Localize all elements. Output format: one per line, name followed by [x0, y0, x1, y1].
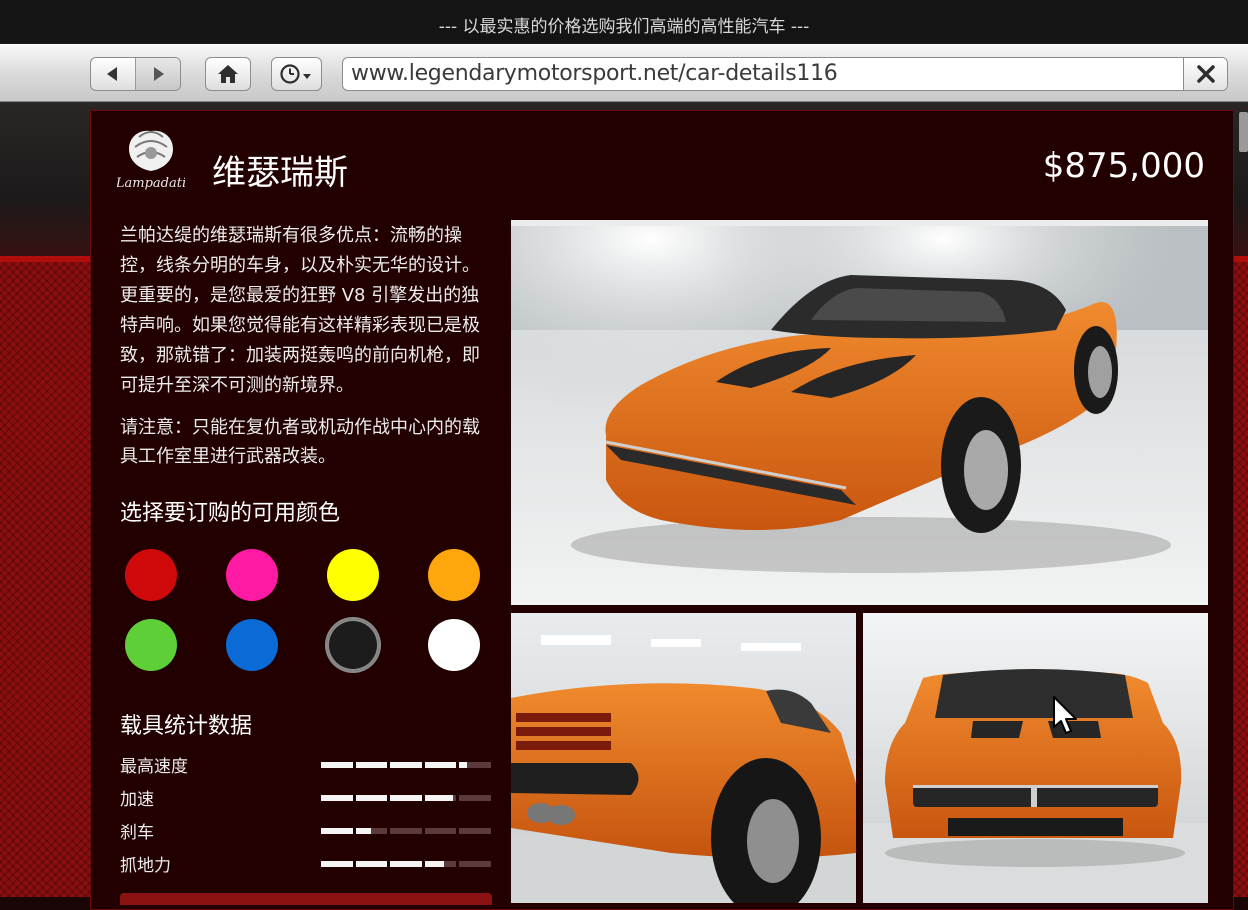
color-swatch-white[interactable] [428, 619, 480, 671]
stat-bar-segment [390, 794, 422, 801]
stat-bar-segment [424, 794, 457, 801]
address-bar[interactable]: www.legendarymotorsport.net/car-details1… [342, 57, 1228, 91]
lampadati-logo-icon: Lampadati [115, 130, 186, 191]
mouse-cursor-icon [1052, 695, 1080, 737]
color-swatch-yellow[interactable] [327, 549, 379, 601]
stat-bar-segment [321, 827, 353, 834]
color-swatch-orange[interactable] [428, 549, 480, 601]
color-section-title: 选择要订购的可用颜色 [120, 501, 341, 526]
stat-row: 最高速度 [120, 748, 492, 781]
arrow-right-icon [153, 67, 164, 81]
stat-bar-segment [355, 794, 388, 801]
color-swatch-grid [125, 549, 485, 671]
stat-bar-segment [424, 761, 457, 768]
stat-bar [321, 860, 491, 867]
color-swatch-pink[interactable] [226, 549, 278, 601]
order-button[interactable] [120, 893, 492, 905]
stat-bar-segment [459, 761, 491, 768]
stat-row: 刹车 [120, 814, 492, 847]
stat-bar-segment [321, 794, 353, 801]
stat-bar-segment [355, 761, 388, 768]
close-x-icon [1196, 65, 1215, 83]
clear-url-button[interactable] [1183, 58, 1227, 90]
stats-list: 最高速度加速刹车抓地力 [120, 748, 492, 880]
stat-bar-segment [355, 827, 388, 834]
stat-bar-segment [459, 860, 491, 867]
forward-button[interactable] [135, 58, 180, 90]
vehicle-photo-main[interactable] [511, 220, 1208, 605]
stat-bar [321, 827, 491, 834]
vehicle-detail-panel: Lampadati 维瑟瑞斯 $875,000 兰帕达缇的维瑟瑞斯有很多优点：流… [90, 110, 1234, 910]
back-button[interactable] [91, 58, 136, 90]
clock-icon [279, 64, 311, 84]
home-button[interactable] [205, 57, 251, 91]
vehicle-note: 请注意：只能在复仇者或机动作战中心内的载具工作室里进行武器改装。 [120, 417, 480, 467]
browser-toolbar: www.legendarymotorsport.net/car-details1… [0, 44, 1248, 102]
site-banner: --- 以最实惠的价格选购我们高端的高性能汽车 --- [0, 0, 1248, 44]
stat-bar [321, 761, 491, 768]
stat-bar-segment [424, 827, 457, 834]
url-text[interactable]: www.legendarymotorsport.net/car-details1… [343, 58, 1183, 90]
brand-logo: Lampadati [115, 125, 186, 195]
nav-button-group [90, 57, 181, 91]
color-swatch-red[interactable] [125, 549, 177, 601]
stat-row: 抓地力 [120, 847, 492, 880]
vehicle-price: $875,000 [1042, 146, 1205, 186]
stat-bar-segment [390, 860, 422, 867]
vehicle-description: 兰帕达缇的维瑟瑞斯有很多优点：流畅的操控，线条分明的车身，以及朴实无华的设计。更… [120, 225, 480, 396]
stat-bar-segment [355, 860, 388, 867]
stat-bar [321, 794, 491, 801]
color-swatch-blue[interactable] [226, 619, 278, 671]
stat-bar-segment [390, 827, 422, 834]
vehicle-name: 维瑟瑞斯 [212, 153, 348, 193]
arrow-left-icon [106, 67, 117, 81]
stat-bar-segment [321, 860, 353, 867]
vehicle-rear-image [511, 613, 856, 903]
color-swatch-green[interactable] [125, 619, 177, 671]
vehicle-front-three-quarter-image [511, 220, 1208, 605]
vehicle-photo-rear[interactable] [511, 613, 856, 903]
vehicle-front-image [863, 613, 1208, 903]
brand-logo-text: Lampadati [117, 176, 185, 191]
stat-label: 加速 [120, 790, 154, 810]
home-icon [218, 65, 238, 83]
stat-label: 最高速度 [120, 757, 188, 777]
stat-label: 抓地力 [120, 856, 171, 876]
stat-bar-segment [390, 761, 422, 768]
color-swatch-black[interactable] [327, 619, 379, 671]
vehicle-photo-front[interactable] [863, 613, 1208, 903]
banner-text: --- 以最实惠的价格选购我们高端的高性能汽车 --- [438, 16, 810, 37]
stat-row: 加速 [120, 781, 492, 814]
stat-label: 刹车 [120, 823, 154, 843]
stat-bar-segment [459, 794, 491, 801]
stat-bar-segment [424, 860, 457, 867]
stat-bar-segment [459, 827, 491, 834]
page-scrollbar[interactable] [1239, 112, 1248, 152]
stat-bar-segment [321, 761, 353, 768]
history-button[interactable] [271, 57, 322, 91]
stats-section-title: 载具统计数据 [120, 714, 253, 739]
